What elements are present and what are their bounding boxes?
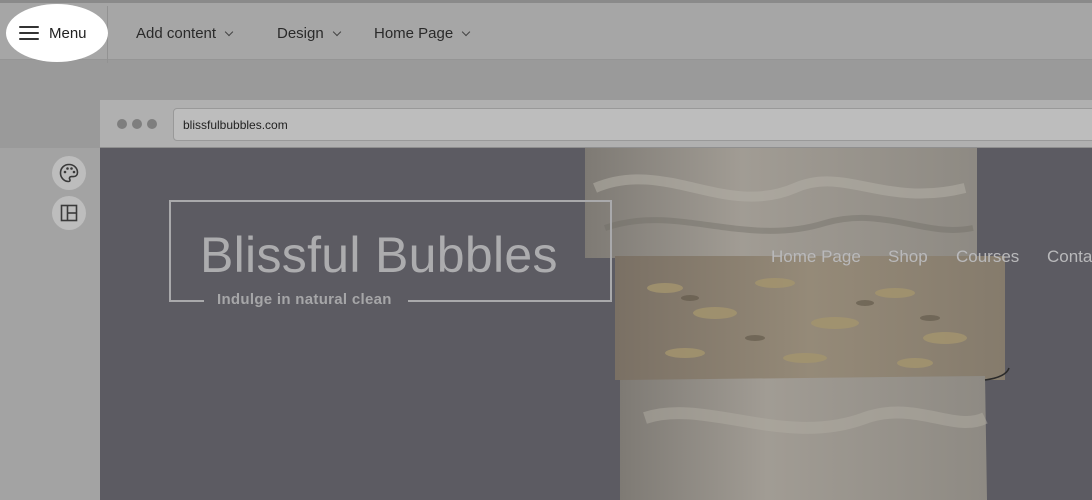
site-tagline: Indulge in natural clean [217, 291, 392, 308]
nav-link-home[interactable]: Home Page [771, 247, 861, 267]
design-dropdown[interactable]: Design [277, 25, 341, 42]
nav-link-contact[interactable]: Conta [1047, 247, 1092, 267]
soap-bars-image [585, 148, 1010, 500]
left-tool-rail [0, 148, 100, 500]
add-content-label: Add content [136, 25, 217, 42]
window-dot [132, 119, 142, 129]
url-bar[interactable]: blissfulbubbles.com [173, 108, 1092, 141]
chevron-down-icon [461, 27, 471, 36]
page-selector-label: Home Page [374, 25, 454, 42]
hero-section: Blissful Bubbles Indulge in natural clea… [100, 148, 1092, 500]
page-selector-dropdown[interactable]: Home Page [374, 25, 471, 42]
window-dot [117, 119, 127, 129]
logo-frame-line [408, 300, 612, 302]
design-label: Design [277, 25, 324, 42]
logo-frame-line [169, 300, 204, 302]
add-content-dropdown[interactable]: Add content [136, 25, 234, 42]
nav-link-shop[interactable]: Shop [888, 247, 928, 267]
layout-icon [60, 204, 78, 222]
chevron-down-icon [332, 27, 341, 36]
browser-chrome: blissfulbubbles.com [100, 100, 1092, 148]
window-dot [147, 119, 157, 129]
hamburger-icon [19, 26, 39, 40]
menu-button[interactable]: Menu [6, 4, 108, 62]
nav-link-courses[interactable]: Courses [956, 247, 1019, 267]
theme-colors-button[interactable] [52, 156, 86, 190]
editor-toolbar: Add content Design Home Page [0, 0, 1092, 63]
layout-button[interactable] [52, 196, 86, 230]
chevron-down-icon [224, 27, 234, 36]
menu-label: Menu [49, 24, 87, 42]
palette-icon [59, 163, 79, 183]
site-preview-frame: blissfulbubbles.com Blissful Bubbles Ind… [100, 100, 1092, 500]
site-title[interactable]: Blissful Bubbles [200, 226, 558, 284]
